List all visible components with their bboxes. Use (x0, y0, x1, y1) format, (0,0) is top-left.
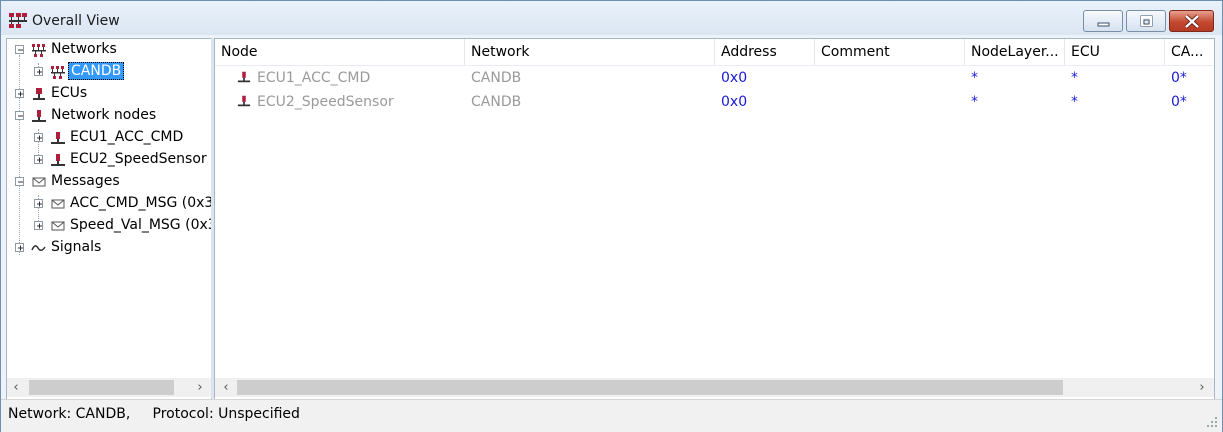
table-horizontal-scrollbar[interactable]: ‹ › (215, 378, 1214, 397)
network-icon (51, 66, 65, 79)
column-header-comment[interactable]: Comment (815, 39, 965, 65)
cell-comment (815, 90, 965, 114)
tree-item-label: ACC_CMD_MSG (0x30 (70, 195, 212, 211)
cell-nodelayer: * (971, 70, 978, 86)
tree-item-acc-cmd-msg[interactable]: ACC_CMD_MSG (0x30 (7, 193, 211, 215)
tree-item-label: Speed_Val_MSG (0x3 (70, 217, 212, 233)
column-header-ca[interactable]: CA... (1165, 39, 1214, 65)
window-title: Overall View (32, 13, 120, 29)
expand-icon[interactable] (15, 243, 24, 252)
node-table-pane[interactable]: Node Network Address Comment NodeLayer..… (214, 38, 1215, 400)
node-icon (237, 71, 251, 83)
tree-item-messages[interactable]: Messages (7, 171, 211, 193)
minimize-button[interactable] (1083, 10, 1123, 32)
status-bar: Network: CANDB, Protocol: Unspecified (1, 399, 1222, 432)
title-bar[interactable]: Overall View (1, 1, 1222, 35)
column-header-nodelayer[interactable]: NodeLayer... (965, 39, 1065, 65)
node-icon (51, 132, 65, 144)
tree-item-ecus[interactable]: ECUs (7, 83, 211, 105)
network-icon (32, 44, 46, 57)
signal-icon (31, 245, 46, 251)
expand-icon[interactable] (34, 67, 43, 76)
tree-item-label: ECU1_ACC_CMD (70, 129, 184, 145)
tree-item-network-nodes[interactable]: Network nodes (7, 105, 211, 127)
table-row[interactable]: ECU1_ACC_CMD CANDB 0x0 * * 0* (215, 66, 1214, 90)
overall-view-window: Overall View Networks CANDB ECUs Network… (0, 0, 1223, 432)
maximize-button[interactable] (1126, 10, 1166, 32)
tree-item-ecu2-speedsensor[interactable]: ECU2_SpeedSensor (7, 149, 211, 171)
close-icon (1184, 14, 1200, 29)
column-header-node[interactable]: Node (215, 39, 465, 65)
cell-comment (815, 66, 965, 90)
tree-item-speed-val-msg[interactable]: Speed_Val_MSG (0x3 (7, 215, 211, 237)
tree-item-label: Messages (51, 173, 120, 189)
cell-network: CANDB (471, 70, 522, 86)
table-header: Node Network Address Comment NodeLayer..… (215, 39, 1214, 66)
tree-item-label: ECUs (51, 85, 88, 101)
tree-item-networks[interactable]: Networks (7, 39, 211, 61)
column-header-address[interactable]: Address (715, 39, 815, 65)
column-header-network[interactable]: Network (465, 39, 715, 65)
overall-view-icon (9, 13, 27, 28)
collapse-icon[interactable] (15, 111, 24, 120)
tree-item-label: Network nodes (51, 107, 157, 123)
table-row[interactable]: ECU2_SpeedSensor CANDB 0x0 * * 0* (215, 90, 1214, 114)
expand-icon[interactable] (34, 155, 43, 164)
cell-ecu: * (1071, 94, 1078, 110)
collapse-icon[interactable] (15, 177, 24, 186)
tree-item-candb[interactable]: CANDB (7, 61, 211, 83)
cell-address: 0x0 (721, 70, 748, 86)
scrollbar-thumb[interactable] (29, 380, 174, 395)
cell-network: CANDB (471, 94, 522, 110)
cell-address: 0x0 (721, 94, 748, 110)
cell-node: ECU2_SpeedSensor (257, 94, 394, 110)
tree-item-ecu1-acc-cmd[interactable]: ECU1_ACC_CMD (7, 127, 211, 149)
expand-icon[interactable] (34, 221, 43, 230)
expand-icon[interactable] (15, 89, 24, 98)
tree-item-label: CANDB (68, 62, 125, 80)
ecu-icon (33, 88, 45, 100)
cell-ca: 0* (1171, 94, 1187, 110)
column-header-ecu[interactable]: ECU (1065, 39, 1165, 65)
cell-nodelayer: * (971, 94, 978, 110)
expand-icon[interactable] (34, 199, 43, 208)
node-icon (32, 110, 46, 122)
node-icon (51, 154, 65, 166)
collapse-icon[interactable] (15, 45, 24, 54)
tree-pane[interactable]: Networks CANDB ECUs Network nodes ECU1_A… (6, 38, 212, 400)
minimize-icon (1097, 22, 1110, 27)
node-icon (237, 95, 251, 107)
tree-item-signals[interactable]: Signals (7, 237, 211, 259)
close-button[interactable] (1169, 10, 1214, 32)
tree-item-label: Signals (51, 239, 102, 255)
cell-node: ECU1_ACC_CMD (257, 70, 371, 86)
expand-icon[interactable] (34, 133, 43, 142)
maximize-icon (1140, 15, 1153, 27)
message-icon (51, 221, 65, 231)
tree-item-label: Networks (51, 41, 117, 57)
scrollbar-thumb[interactable] (237, 380, 1063, 395)
scroll-right-icon[interactable]: › (1193, 378, 1211, 397)
scroll-left-icon[interactable]: ‹ (217, 378, 235, 397)
tree-item-label: ECU2_SpeedSensor (70, 151, 207, 167)
message-icon (32, 177, 46, 187)
cell-ecu: * (1071, 70, 1078, 86)
cell-ca: 0* (1171, 70, 1187, 86)
scroll-left-icon[interactable]: ‹ (7, 378, 25, 397)
resize-grip-icon[interactable] (1206, 416, 1218, 428)
message-icon (51, 199, 65, 209)
scroll-right-icon[interactable]: › (191, 378, 209, 397)
status-text: Network: CANDB, Protocol: Unspecified (8, 406, 300, 422)
tree-horizontal-scrollbar[interactable]: ‹ › (7, 378, 211, 397)
